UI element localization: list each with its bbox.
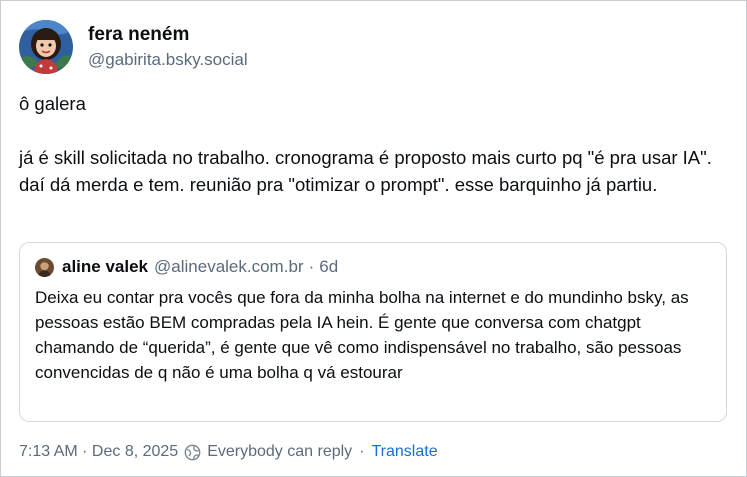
post-paragraph: já é skill solicitada no trabalho. crono… xyxy=(19,147,712,195)
post-card: fera neném @gabirita.bsky.social ô galer… xyxy=(0,0,747,477)
person-avatar-icon xyxy=(35,257,54,277)
post-paragraph: ô galera xyxy=(19,93,86,114)
author-avatar[interactable] xyxy=(19,20,73,74)
post-body: ô galera já é skill solicitada no trabal… xyxy=(19,90,731,198)
quoted-post-time[interactable]: 6d xyxy=(319,257,338,277)
reply-setting: Everybody can reply xyxy=(184,443,352,461)
quoted-post-text: Deixa eu contar pra vocês que fora da mi… xyxy=(35,288,689,382)
quoted-separator: · xyxy=(308,257,315,276)
author-handle[interactable]: @gabirita.bsky.social xyxy=(88,49,248,71)
post-timestamp[interactable]: 7:13 AM · Dec 8, 2025 xyxy=(19,443,178,461)
globe-icon xyxy=(184,444,201,461)
quoted-post-header: aline valek @alinevalek.com.br · 6d xyxy=(35,257,338,277)
quoted-author-avatar[interactable] xyxy=(35,257,54,277)
footer-separator: · xyxy=(359,443,365,460)
post-footer: 7:13 AM · Dec 8, 2025 Everybody can repl… xyxy=(19,443,438,461)
quoted-author-display-name[interactable]: aline valek xyxy=(62,257,148,277)
cartoon-avatar-icon xyxy=(19,20,73,74)
reply-setting-label: Everybody can reply xyxy=(207,443,353,460)
quoted-post[interactable]: aline valek @alinevalek.com.br · 6d Deix… xyxy=(19,242,727,422)
author-names: fera neném @gabirita.bsky.social xyxy=(88,23,248,71)
translate-link[interactable]: Translate xyxy=(372,443,438,461)
quoted-author-handle[interactable]: @alinevalek.com.br xyxy=(154,257,304,277)
author-display-name[interactable]: fera neném xyxy=(88,23,248,47)
post-header: fera neném @gabirita.bsky.social xyxy=(19,20,248,74)
